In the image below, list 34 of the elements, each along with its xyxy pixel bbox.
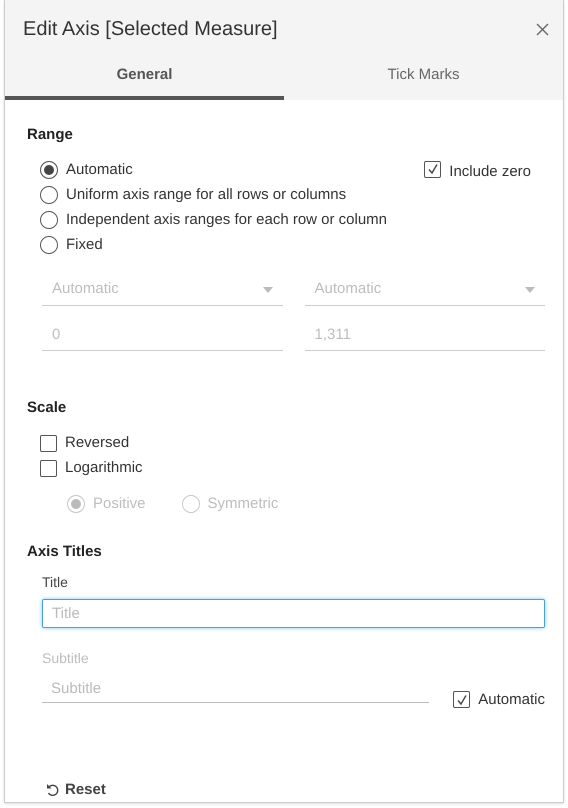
option-label: Automatic <box>66 160 133 180</box>
title-input-field[interactable]: Title <box>42 599 545 628</box>
checkbox[interactable] <box>40 460 57 476</box>
caret-icon <box>262 286 272 292</box>
reset-button[interactable]: Reset <box>46 779 106 802</box>
option-label: Automatic <box>478 690 545 710</box>
section-heading: Range <box>27 125 74 145</box>
radio-button[interactable] <box>40 236 58 254</box>
section-heading: Axis Titles <box>27 542 103 562</box>
dialog-title: Edit Axis [Selected Measure] <box>23 17 278 42</box>
caret-icon <box>525 286 535 292</box>
option-label: Symmetric <box>208 494 278 514</box>
close-icon[interactable] <box>536 22 549 36</box>
undo-icon <box>46 783 59 798</box>
checkbox[interactable] <box>40 434 57 452</box>
tab[interactable]: Tick Marks <box>284 55 563 100</box>
option-label: Reversed <box>65 432 130 453</box>
option-label: Fixed <box>66 234 103 255</box>
radio-button[interactable] <box>40 186 58 204</box>
option-label: Positive <box>93 494 146 514</box>
checkbox[interactable] <box>453 691 470 708</box>
radio-button[interactable] <box>40 211 58 229</box>
option-label: Independent axis ranges for each row or column <box>66 210 388 230</box>
checkmark-icon <box>456 694 468 706</box>
option-label: Logarithmic <box>65 458 143 478</box>
option-label: Include zero <box>449 162 531 182</box>
radio-button[interactable] <box>40 161 58 179</box>
checkmark-icon <box>426 163 439 175</box>
field-label: Title <box>42 573 69 592</box>
tab[interactable]: General <box>5 55 284 100</box>
option-label: Uniform axis range for all rows or columns <box>66 184 346 205</box>
checkbox[interactable] <box>424 160 442 178</box>
section-heading: Scale <box>27 398 68 418</box>
field-label: Subtitle <box>42 649 90 668</box>
